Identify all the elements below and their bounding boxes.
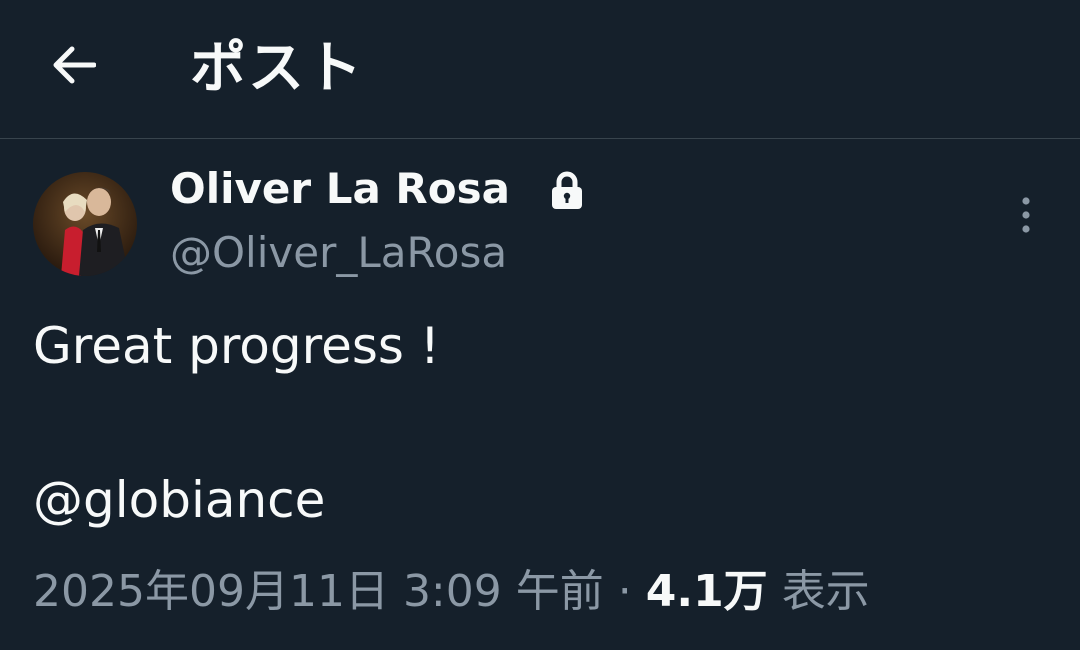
meta-separator: ·	[617, 566, 632, 617]
page-title: ポスト	[190, 36, 364, 101]
lock-icon	[548, 170, 586, 210]
views-count[interactable]: 4.1万	[646, 566, 768, 617]
arrow-left-icon	[53, 46, 96, 84]
author-display-name[interactable]: Oliver La Rosa	[170, 162, 510, 216]
tweet-meta: 2025年09月11日 3:09 午前 · 4.1万 表示	[33, 562, 870, 622]
more-options-button[interactable]	[1006, 190, 1046, 240]
back-button[interactable]	[40, 32, 106, 98]
top-app-bar: ポスト	[0, 0, 1080, 139]
post-detail-page: ポスト Oliver La Rosa @Oliver_LaRosa Great …	[0, 0, 1080, 650]
tweet-text: Great progress !	[33, 317, 440, 375]
views-label: 表示	[781, 566, 870, 617]
timestamp[interactable]: 2025年09月11日 3:09 午前	[33, 566, 604, 617]
more-vertical-icon	[1022, 197, 1030, 233]
avatar[interactable]	[33, 172, 137, 276]
mention-link[interactable]: @globiance	[33, 470, 325, 530]
avatar-photo	[33, 172, 137, 276]
author-handle[interactable]: @Oliver_LaRosa	[170, 226, 507, 280]
